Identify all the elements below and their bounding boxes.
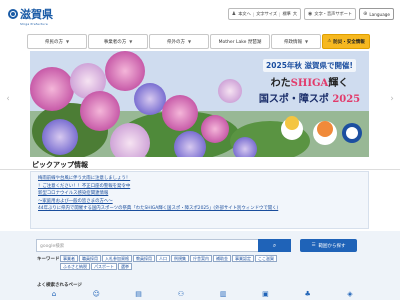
- browse-by-category-button[interactable]: ☰ 範囲から探す: [300, 239, 357, 252]
- keyword-chip[interactable]: 教員採用: [133, 255, 155, 262]
- logo-text: 滋賀県: [20, 8, 53, 21]
- globe-icon: ⊕: [363, 11, 368, 17]
- nav-item-outside[interactable]: 県外の方 ▼: [149, 34, 209, 49]
- nav-item-business[interactable]: 事業者の方 ▼: [88, 34, 148, 49]
- pickup-title: ピックアップ情報: [32, 161, 88, 169]
- keyword-chip[interactable]: 事業者: [60, 255, 78, 262]
- carousel-prev-icon[interactable]: ‹: [4, 92, 12, 106]
- hero-line-1: 2025年秋 滋賀県で開催!: [263, 59, 356, 72]
- speaker-icon: ◉: [308, 11, 313, 17]
- keyword-chip[interactable]: 入札参加資格: [102, 255, 132, 262]
- keyword-chip[interactable]: ふるさと納税: [60, 263, 90, 270]
- people-icon[interactable]: ☺: [79, 290, 113, 300]
- chevron-down-icon: ▼: [304, 39, 309, 44]
- keyword-chip[interactable]: ここ滋賀: [255, 255, 277, 262]
- warning-icon: ⚠: [327, 39, 332, 44]
- search-section: google検索 ⌕ ☰ 範囲から探す キーワード 事業者 職員採用 入札参加資…: [0, 231, 400, 300]
- person-icon: ♟: [231, 11, 237, 17]
- pickup-list: 梅雨前線や台風に伴う大雨に注意しましょう！ ！ご注意ください！！不正口座の警報を…: [30, 171, 369, 229]
- font-size-label: 文字サイズ: [256, 11, 278, 16]
- keyword-chip[interactable]: 職員採用: [79, 255, 101, 262]
- pickup-item[interactable]: 新型コロナウイルス感染症関連情報: [38, 190, 361, 198]
- carousel-next-icon[interactable]: ›: [388, 92, 396, 106]
- pickup-item[interactable]: ～家庭用および一般の皆さまの方へ～: [38, 198, 361, 206]
- nav-item-safety[interactable]: ⚠ 防災・安全情報: [322, 34, 370, 49]
- chevron-down-icon: ▼: [65, 39, 70, 44]
- keyword-chip[interactable]: パスポート: [91, 263, 117, 270]
- font-size-control[interactable]: ♟ 本文へ | 文字サイズ | 標準 大: [227, 8, 302, 20]
- search-input[interactable]: google検索: [36, 239, 291, 252]
- nav-item-residents[interactable]: 県民の方 ▼: [27, 34, 87, 49]
- font-standard-button[interactable]: 標準: [282, 11, 290, 17]
- home-icon[interactable]: ⌂: [37, 290, 71, 300]
- to-main-text-link[interactable]: 本文へ: [238, 11, 251, 17]
- keyword-label: キーワード: [37, 257, 60, 262]
- nav-item-lake-biwa[interactable]: Mother Lake 琵琶湖: [210, 34, 270, 49]
- support-button[interactable]: ◉ 文字・音声サポート: [304, 8, 357, 20]
- list-icon: ☰: [311, 243, 316, 248]
- search-icon: ⌕: [272, 241, 277, 249]
- keyword-chip[interactable]: 事業認定: [232, 255, 254, 262]
- language-label: Language: [369, 11, 390, 17]
- hero-line-3: 国スポ・障スポ 2025: [258, 94, 361, 105]
- chevron-down-icon: ▼: [129, 39, 133, 44]
- keyword-chip[interactable]: 選挙: [118, 263, 132, 270]
- language-button[interactable]: ⊕ Language: [359, 8, 394, 20]
- family-icon[interactable]: ⚇: [164, 290, 198, 300]
- map-icon[interactable]: ◈: [333, 290, 367, 300]
- document-icon[interactable]: ▤: [122, 290, 156, 300]
- global-nav: 県民の方 ▼ 事業者の方 ▼ 県外の方 ▼ Mother Lake 琵琶湖 県政情報 ▼…: [0, 31, 400, 51]
- keyword-chip[interactable]: 人口: [156, 255, 170, 262]
- category-icons: ⌂ ☺ ▤ ⚇ ▥ ▣ ♣ ◈: [37, 290, 367, 300]
- tree-icon[interactable]: ♣: [291, 290, 325, 300]
- pickup-header: ピックアップ情報: [0, 157, 400, 170]
- site-logo[interactable]: 滋賀県 Shiga Prefecture: [8, 6, 53, 26]
- nav-item-government[interactable]: 県政情報 ▼: [271, 34, 321, 49]
- keyword-chip[interactable]: 庁舎案内: [190, 255, 212, 262]
- keyword-chip[interactable]: 補助金: [213, 255, 231, 262]
- keyword-chip[interactable]: 例規集: [171, 255, 189, 262]
- hero-title: 2025年秋 滋賀県で開催! わたSHIGA輝く 国スポ・障スポ 2025: [252, 59, 367, 105]
- font-large-button[interactable]: 大: [293, 11, 297, 17]
- keyword-list: 事業者 職員採用 入札参加資格 教員採用 人口 例規集 庁舎案内 補助金 事業認…: [60, 255, 300, 270]
- pickup-item[interactable]: 44年ぶりに県内で開催する国内スポーツの祭典「わたSHIGA輝く国スポ・障スポ2…: [38, 205, 361, 213]
- chevron-down-icon: ▼: [187, 39, 192, 44]
- pickup-item[interactable]: ！ご注意ください！！不正口座の警報を発令中: [38, 183, 361, 191]
- site-header: 滋賀県 Shiga Prefecture ♟ 本文へ | 文字サイズ | 標準 …: [0, 0, 400, 31]
- shiga-emblem-icon: [8, 9, 18, 19]
- utility-bar: ♟ 本文へ | 文字サイズ | 標準 大 ◉ 文字・音声サポート ⊕ Langu…: [227, 8, 394, 20]
- building-icon[interactable]: ▥: [206, 290, 240, 300]
- logo-subtitle: Shiga Prefecture: [20, 22, 48, 26]
- search-placeholder: google検索: [40, 243, 65, 249]
- hero-banner[interactable]: 2025年秋 滋賀県で開催! わたSHIGA輝く 国スポ・障スポ 2025: [30, 51, 369, 157]
- pickup-item[interactable]: 梅雨前線や台風に伴う大雨に注意しましょう！: [38, 175, 361, 183]
- hero-line-2: わたSHIGA輝く: [270, 78, 349, 89]
- briefcase-icon[interactable]: ▣: [248, 290, 282, 300]
- support-label: 文字・音声サポート: [314, 11, 353, 16]
- often-searched-label: よく検索されるページ: [37, 283, 82, 288]
- search-button[interactable]: ⌕: [258, 239, 291, 252]
